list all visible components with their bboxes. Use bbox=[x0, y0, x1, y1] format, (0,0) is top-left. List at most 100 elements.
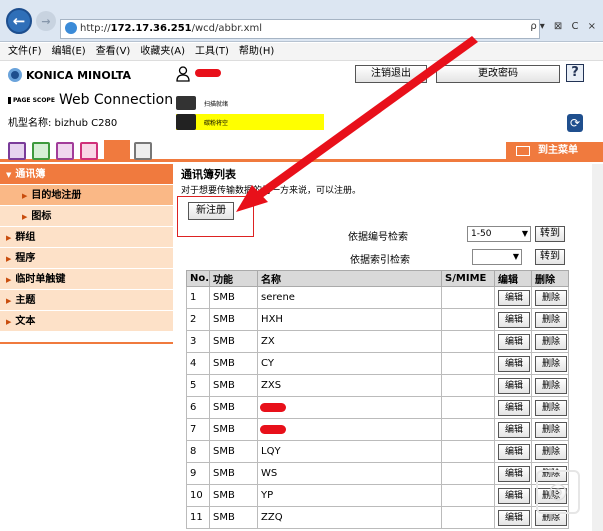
tab-network-icon[interactable] bbox=[134, 142, 152, 160]
browser-address-bar: ← → http://172.17.36.251/wcd/abbr.xml ρ▾… bbox=[0, 0, 603, 42]
sidebar-item-group[interactable]: ▶ 群组 bbox=[0, 227, 173, 248]
tab-job-icon[interactable] bbox=[32, 142, 50, 160]
tab-system-icon[interactable] bbox=[8, 142, 26, 160]
edit-button[interactable]: 编辑 bbox=[498, 465, 531, 482]
search-index-select[interactable]: ▼ bbox=[472, 249, 522, 265]
cell-edit: 编辑 bbox=[494, 330, 533, 353]
delete-button[interactable]: 删除 bbox=[535, 355, 568, 372]
sidebar-divider bbox=[0, 342, 173, 344]
cell-edit: 编辑 bbox=[494, 374, 533, 397]
delete-button[interactable]: 删除 bbox=[535, 311, 568, 328]
delete-button[interactable]: 删除 bbox=[535, 333, 568, 350]
cell-name: HXH bbox=[257, 308, 443, 331]
user-icon bbox=[176, 66, 190, 82]
table-row: 10 SMB YP 编辑 删除 bbox=[185, 484, 570, 507]
sidebar-item-address-book[interactable]: ▼ 通讯簿 bbox=[0, 164, 173, 185]
cell-no: 3 bbox=[185, 330, 211, 353]
cell-name: ZZQ bbox=[257, 506, 443, 529]
page-scope-label: PAGE SCOPE bbox=[8, 96, 55, 104]
delete-button[interactable]: 删除 bbox=[535, 443, 568, 460]
cell-edit: 编辑 bbox=[494, 396, 533, 419]
edit-button[interactable]: 编辑 bbox=[498, 443, 531, 460]
table-row: 8 SMB LQY 编辑 删除 bbox=[185, 440, 570, 463]
edit-button[interactable]: 编辑 bbox=[498, 355, 531, 372]
cell-smime bbox=[441, 330, 496, 353]
go-number-button[interactable]: 转到 bbox=[535, 226, 565, 242]
cell-edit: 编辑 bbox=[494, 286, 533, 309]
cell-func: SMB bbox=[209, 352, 259, 375]
url-tools[interactable]: ρ▾ ⊠ C × bbox=[530, 21, 599, 32]
tab-print-icon[interactable] bbox=[80, 142, 98, 160]
cell-name: serene bbox=[257, 286, 443, 309]
sidebar-item-subject[interactable]: ▶ 主题 bbox=[0, 290, 173, 311]
cell-func: SMB bbox=[209, 418, 259, 441]
edit-button[interactable]: 编辑 bbox=[498, 289, 531, 306]
menu-item-3[interactable]: 收藏夹(A) bbox=[140, 46, 185, 57]
delete-button[interactable]: 删除 bbox=[535, 399, 568, 416]
main-menu-icon bbox=[516, 146, 530, 156]
watermark-logo: ◎ bbox=[536, 470, 580, 514]
cell-func: SMB bbox=[209, 462, 259, 485]
cell-name: ZX bbox=[257, 330, 443, 353]
tab-box-icon[interactable] bbox=[56, 142, 74, 160]
cell-edit: 编辑 bbox=[494, 484, 533, 507]
edit-button[interactable]: 编辑 bbox=[498, 487, 531, 504]
go-index-button[interactable]: 转到 bbox=[535, 249, 565, 265]
cell-no: 1 bbox=[185, 286, 211, 309]
device-status-scan: 扫描就绪 bbox=[176, 96, 228, 110]
menu-item-5[interactable]: 帮助(H) bbox=[239, 46, 274, 57]
cell-func: SMB bbox=[209, 330, 259, 353]
delete-button[interactable]: 删除 bbox=[535, 377, 568, 394]
change-password-button[interactable]: 更改密码 bbox=[436, 65, 560, 83]
menu-item-4[interactable]: 工具(T) bbox=[195, 46, 229, 57]
cell-name: LQY bbox=[257, 440, 443, 463]
sidebar: ▼ 通讯簿 ▶ 目的地注册 ▶ 图标 ▶ 群组 ▶ 程序 ▶ 临时单触键 ▶ 主题 ▶ 文本 bbox=[0, 164, 173, 332]
sidebar-item-destination[interactable]: ▶ 目的地注册 bbox=[0, 185, 173, 206]
cell-name: WS bbox=[257, 462, 443, 485]
cell-name bbox=[257, 418, 443, 441]
sidebar-item-temp-single[interactable]: ▶ 临时单触键 bbox=[0, 269, 173, 290]
sidebar-item-text[interactable]: ▶ 文本 bbox=[0, 311, 173, 332]
back-arrow-icon[interactable]: ← bbox=[6, 8, 32, 34]
main-menu-button[interactable]: 到主菜单 bbox=[506, 142, 603, 160]
logout-button[interactable]: 注销退出 bbox=[355, 65, 427, 83]
search-index-label: 依据索引检索 bbox=[350, 255, 410, 266]
edit-button[interactable]: 编辑 bbox=[498, 509, 531, 526]
cell-no: 2 bbox=[185, 308, 211, 331]
edit-button[interactable]: 编辑 bbox=[498, 399, 531, 416]
edit-button[interactable]: 编辑 bbox=[498, 421, 531, 438]
cell-smime bbox=[441, 418, 496, 441]
menu-item-0[interactable]: 文件(F) bbox=[8, 46, 42, 57]
pagescope-logo: PAGE SCOPE Web Connection bbox=[8, 92, 173, 108]
search-number-select[interactable]: 1-50 ▼ bbox=[467, 226, 531, 242]
cell-delete: 删除 bbox=[531, 418, 570, 441]
cell-delete: 删除 bbox=[531, 286, 570, 309]
chevron-down-icon: ▼ bbox=[512, 252, 519, 261]
triangle-right-icon: ▶ bbox=[6, 255, 12, 263]
delete-button[interactable]: 删除 bbox=[535, 421, 568, 438]
cell-smime bbox=[441, 374, 496, 397]
refresh-icon[interactable]: ⟳ bbox=[567, 114, 583, 132]
menu-item-1[interactable]: 编辑(E) bbox=[52, 46, 86, 57]
edit-button[interactable]: 编辑 bbox=[498, 333, 531, 350]
delete-button[interactable]: 删除 bbox=[535, 289, 568, 306]
cell-no: 5 bbox=[185, 374, 211, 397]
edit-button[interactable]: 编辑 bbox=[498, 311, 531, 328]
cell-smime bbox=[441, 286, 496, 309]
url-input[interactable]: http://172.17.36.251/wcd/abbr.xml bbox=[60, 19, 540, 39]
menu-item-2[interactable]: 查看(V) bbox=[96, 46, 131, 57]
help-button[interactable]: ? bbox=[566, 64, 584, 82]
sidebar-item-icon[interactable]: ▶ 图标 bbox=[0, 206, 173, 227]
cell-no: 6 bbox=[185, 396, 211, 419]
triangle-right-icon: ▶ bbox=[6, 276, 12, 284]
printer-icon bbox=[176, 96, 196, 110]
sidebar-item-program[interactable]: ▶ 程序 bbox=[0, 248, 173, 269]
table-row: 7 SMB 编辑 删除 bbox=[185, 418, 570, 441]
tab-store-address-icon[interactable] bbox=[104, 140, 130, 162]
edit-button[interactable]: 编辑 bbox=[498, 377, 531, 394]
cell-func: SMB bbox=[209, 374, 259, 397]
forward-arrow-icon[interactable]: → bbox=[36, 11, 56, 31]
cell-delete: 删除 bbox=[531, 352, 570, 375]
cell-edit: 编辑 bbox=[494, 352, 533, 375]
vertical-scrollbar[interactable] bbox=[592, 164, 603, 531]
